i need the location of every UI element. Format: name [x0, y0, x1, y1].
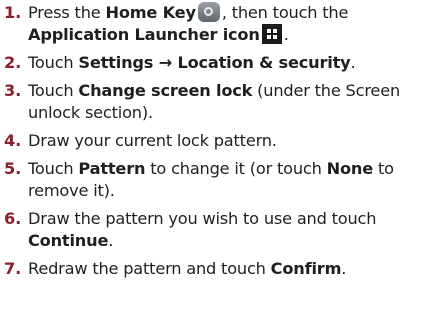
step-number: 5. [4, 159, 22, 178]
step-text: Redraw the pattern and touch Confirm. [28, 259, 346, 278]
step-7: 7. Redraw the pattern and touch Confirm. [4, 258, 432, 280]
ui-term: Home Key [105, 3, 196, 22]
instruction-text: Redraw the pattern and touch [28, 259, 271, 278]
ui-term: Confirm [270, 259, 342, 278]
instruction-text: , then touch the [221, 3, 349, 22]
instruction-text: to change it (or touch [145, 159, 327, 178]
instruction-text: Touch [28, 53, 79, 72]
step-number: 4. [4, 131, 22, 150]
step-text: Touch Pattern to change it (or touch Non… [28, 159, 394, 200]
instruction-text: Press the [28, 3, 106, 22]
home-key-icon [197, 2, 220, 22]
step-6: 6. Draw the pattern you wish to use and t… [4, 208, 432, 252]
step-2: 2. Touch Settings → Location & security. [4, 52, 432, 74]
instruction-text: . [283, 25, 289, 44]
ui-term: Continue [28, 231, 109, 250]
ui-term: None [326, 159, 374, 178]
step-text: Draw the pattern you wish to use and tou… [28, 209, 376, 250]
instruction-text: . [108, 231, 114, 250]
instruction-text: . [341, 259, 347, 278]
instruction-steps-list: 1. Press the Home Key , then touch the App… [4, 2, 432, 280]
instruction-text: . [350, 53, 356, 72]
step-1: 1. Press the Home Key , then touch the App… [4, 2, 432, 46]
step-number: 2. [4, 53, 22, 72]
step-number: 3. [4, 81, 22, 100]
step-text: Touch Settings → Location & security. [28, 53, 356, 72]
step-text: Touch Change screen lock (under the Scre… [28, 81, 400, 122]
ui-term: Settings → Location & security [78, 53, 351, 72]
step-text: Draw your current lock pattern. [28, 131, 277, 150]
step-3: 3. Touch Change screen lock (under the Sc… [4, 80, 432, 124]
step-text: Press the Home Key , then touch the Appli… [28, 2, 349, 44]
step-4: 4. Draw your current lock pattern. [4, 130, 432, 152]
ui-term: Application Launcher icon [28, 25, 260, 44]
step-5: 5. Touch Pattern to change it (or touch N… [4, 158, 432, 202]
step-number: 7. [4, 259, 22, 278]
instruction-text: Touch [28, 159, 79, 178]
step-number: 1. [4, 3, 22, 22]
instruction-text: Touch [28, 81, 79, 100]
instruction-text: Draw your current lock pattern. [28, 131, 277, 150]
instruction-text: Draw the pattern you wish to use and tou… [28, 209, 377, 228]
ui-term: Change screen lock [78, 81, 253, 100]
ui-term: Pattern [78, 159, 146, 178]
app-launcher-icon [261, 24, 282, 44]
step-number: 6. [4, 209, 22, 228]
